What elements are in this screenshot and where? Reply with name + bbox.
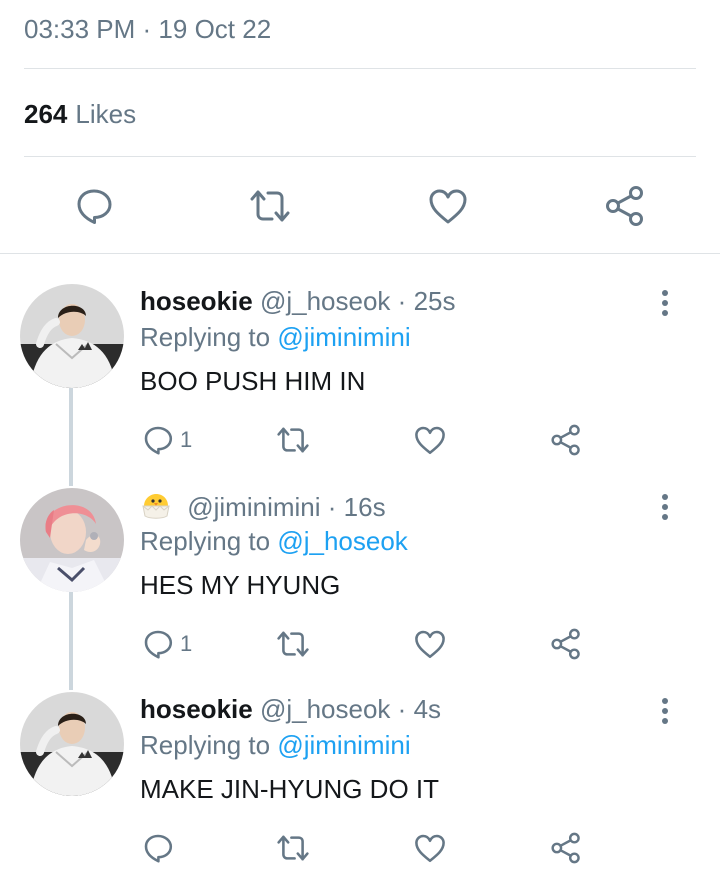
likes-label: Likes [75,99,137,129]
separator-dot: · [327,492,337,522]
reply-text: MAKE JIN-HYUNG DO IT [140,774,440,804]
reply-time: 4s [413,694,442,724]
share-icon [551,628,580,660]
reply-count: 1 [180,631,193,656]
divider [0,253,720,254]
heart-icon [429,189,467,224]
share-button[interactable] [550,418,582,462]
reply-item[interactable]: @jiminimini · 16s Replying to @j_hoseok … [0,488,720,688]
heart-icon [415,834,445,863]
avatar[interactable] [20,284,124,388]
share-icon [551,832,580,864]
tweet-date: 19 Oct 22 [158,14,272,44]
share-button[interactable] [550,826,582,870]
heart-icon [415,630,445,659]
separator-dot: · [397,286,407,316]
reply-count: 1 [180,427,193,452]
retweet-icon [277,631,309,657]
replying-to-line: Replying to @jiminimini [140,322,411,353]
separator-dot: · [142,14,159,44]
reply-action-bar: 1 [0,418,720,462]
reply-bubble-icon [77,189,112,224]
divider [24,156,696,157]
share-button[interactable] [603,184,647,228]
retweet-button[interactable] [275,826,311,870]
reply-item[interactable]: hoseokie @j_hoseok · 25s Replying to @ji… [0,284,720,484]
vertical-dots-icon [662,698,668,724]
replying-prefix: Replying to [140,322,271,352]
reply-action-bar: 1 [0,622,720,666]
reply-header: hoseokie @j_hoseok · 25s [140,286,456,317]
like-button[interactable] [413,622,447,666]
reply-button[interactable] [72,184,116,228]
display-name[interactable]: hoseokie [140,694,253,724]
retweet-icon [277,835,309,861]
retweet-button[interactable] [275,418,311,462]
reply-button[interactable] [142,826,180,870]
replying-prefix: Replying to [140,526,271,556]
share-icon [551,424,580,456]
retweet-icon [277,427,309,453]
avatar[interactable] [20,488,124,592]
likes-summary[interactable]: 264 Likes [24,99,136,130]
reply-item[interactable]: hoseokie @j_hoseok · 4s Replying to @jim… [0,692,720,871]
replying-to-line: Replying to @j_hoseok [140,526,408,557]
tweet-timestamp: 03:33 PM · 19 Oct 22 [24,14,271,45]
vertical-dots-icon [662,290,668,316]
like-button[interactable] [413,826,447,870]
heart-icon [415,426,445,455]
more-options-button[interactable] [650,696,680,726]
replying-prefix: Replying to [140,730,271,760]
tweet-action-bar [0,176,720,236]
vertical-dots-icon [662,494,668,520]
more-options-button[interactable] [650,492,680,522]
reply-header: hoseokie @j_hoseok · 4s [140,694,441,725]
reply-text: HES MY HYUNG [140,570,341,600]
reply-bubble-icon [144,630,173,659]
user-handle[interactable]: @jiminimini [187,492,320,522]
replying-to-handle[interactable]: @jiminimini [277,730,410,760]
replying-to-handle[interactable]: @j_hoseok [277,526,407,556]
divider [24,68,696,69]
share-button[interactable] [550,622,582,666]
retweet-button[interactable] [248,184,292,228]
reply-time: 16s [343,492,386,522]
more-options-button[interactable] [650,288,680,318]
tweet-time: 03:33 PM [24,14,136,44]
reply-time: 25s [413,286,456,316]
reply-button[interactable]: 1 [142,418,192,462]
reply-bubble-icon [144,426,173,455]
replying-to-line: Replying to @jiminimini [140,730,411,761]
reply-button[interactable]: 1 [142,622,192,666]
retweet-icon [250,190,290,222]
reply-text: BOO PUSH HIM IN [140,366,366,396]
chick-emoji-icon [140,490,174,527]
avatar[interactable] [20,692,124,796]
reply-action-bar [0,826,720,870]
separator-dot: · [397,694,407,724]
like-button[interactable] [413,418,447,462]
retweet-button[interactable] [275,622,311,666]
user-handle[interactable]: @j_hoseok [260,694,390,724]
like-button[interactable] [426,184,470,228]
user-handle[interactable]: @j_hoseok [260,286,390,316]
reply-header: @jiminimini · 16s [140,490,386,527]
reply-bubble-icon [144,834,173,863]
replying-to-handle[interactable]: @jiminimini [277,322,410,352]
share-icon [606,186,643,226]
likes-count: 264 [24,99,68,129]
display-name[interactable]: hoseokie [140,286,253,316]
